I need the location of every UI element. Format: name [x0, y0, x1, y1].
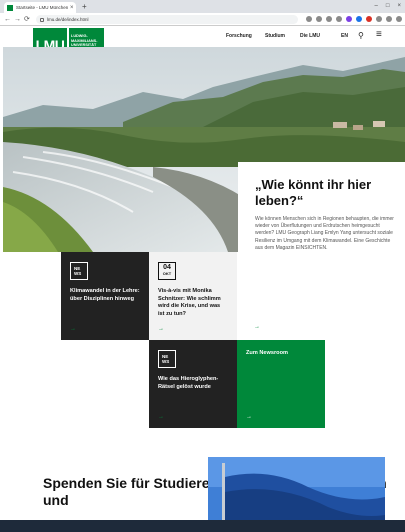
tile-title: Zum Newsroom	[246, 350, 288, 356]
favicon-icon	[7, 4, 13, 11]
nav-die-lmu[interactable]: Die LMU	[300, 33, 320, 39]
news-tile[interactable]: NE WS Wie das Hieroglyphen-Rätsel gelöst…	[149, 340, 237, 428]
event-tile[interactable]: 04 OKT Vis-à-vis mit Monika Schnitzer: W…	[149, 252, 237, 340]
search-icon[interactable]: ⚲	[358, 31, 364, 40]
browser-menu-icon[interactable]	[396, 16, 402, 22]
extension-icon[interactable]	[346, 16, 352, 22]
tile-title: Klimawandel in der Lehre: über Disziplin…	[70, 288, 140, 302]
extensions-puzzle-icon[interactable]	[376, 16, 382, 22]
tile-title: Wie das Hieroglyphen-Rätsel gelöst wurde	[158, 376, 219, 390]
nav-studium[interactable]: Studium	[265, 33, 285, 39]
share-icon[interactable]	[326, 16, 332, 22]
tab-title: Startseite - LMU München	[16, 5, 68, 10]
reload-icon[interactable]: ⟳	[24, 15, 30, 24]
tile-title: Vis-à-vis mit Monika Schnitzer: Wie schl…	[158, 288, 221, 317]
bookmark-star-icon[interactable]	[336, 16, 342, 22]
date-badge: 04 OKT	[158, 262, 176, 280]
hero-teaser[interactable]: „Wie könnt ihr hier leben?“ Wie können M…	[238, 162, 405, 262]
date-month: OKT	[162, 271, 172, 276]
close-window-icon[interactable]: ×	[397, 1, 401, 11]
url-input[interactable]: lmu.de/de/index.html	[36, 15, 298, 24]
new-tab-button[interactable]: +	[82, 2, 87, 12]
newsroom-tile[interactable]: Zum Newsroom →	[237, 340, 325, 428]
hero-title: „Wie könnt ihr hier leben?“	[255, 177, 372, 208]
address-bar: ← → ⟳ lmu.de/de/index.html	[0, 13, 405, 26]
footer-strip	[0, 520, 405, 532]
tab-strip: Startseite - LMU München × + – □ ×	[0, 0, 405, 13]
arrow-right-icon[interactable]: →	[246, 414, 252, 420]
menu-icon[interactable]: ≡	[376, 29, 382, 40]
zoom-icon[interactable]	[316, 16, 322, 22]
profile-icon[interactable]	[386, 16, 392, 22]
translate-icon[interactable]	[306, 16, 312, 22]
nav-forschung[interactable]: Forschung	[226, 33, 252, 39]
news-badge: NE WS	[158, 350, 176, 368]
hero-text: Wie können Menschen sich in Regionen beh…	[255, 216, 394, 251]
extension-icon[interactable]	[356, 16, 362, 22]
maximize-icon[interactable]: □	[386, 1, 390, 11]
tab-close-icon[interactable]: ×	[70, 5, 74, 11]
extension-icons	[306, 16, 402, 22]
browser-chrome: Startseite - LMU München × + – □ × ← → ⟳…	[0, 0, 405, 26]
arrow-right-icon[interactable]: →	[158, 414, 164, 420]
url-text: lmu.de/de/index.html	[47, 17, 89, 22]
extension-icon[interactable]	[366, 16, 372, 22]
news-badge: NE WS	[70, 262, 88, 280]
arrow-right-icon[interactable]: →	[158, 326, 164, 332]
language-switch[interactable]: EN	[341, 33, 348, 39]
news-tile[interactable]: NE WS Klimawandel in der Lehre: über Dis…	[61, 252, 149, 340]
hero-arrow-right-icon[interactable]: →	[254, 324, 260, 330]
browser-tab[interactable]: Startseite - LMU München ×	[4, 2, 76, 13]
arrow-right-icon[interactable]: →	[70, 326, 76, 332]
lock-icon	[40, 17, 44, 22]
forward-icon[interactable]: →	[14, 15, 21, 24]
minimize-icon[interactable]: –	[375, 1, 378, 11]
back-icon[interactable]: ←	[4, 15, 11, 24]
window-controls: – □ ×	[375, 1, 401, 11]
